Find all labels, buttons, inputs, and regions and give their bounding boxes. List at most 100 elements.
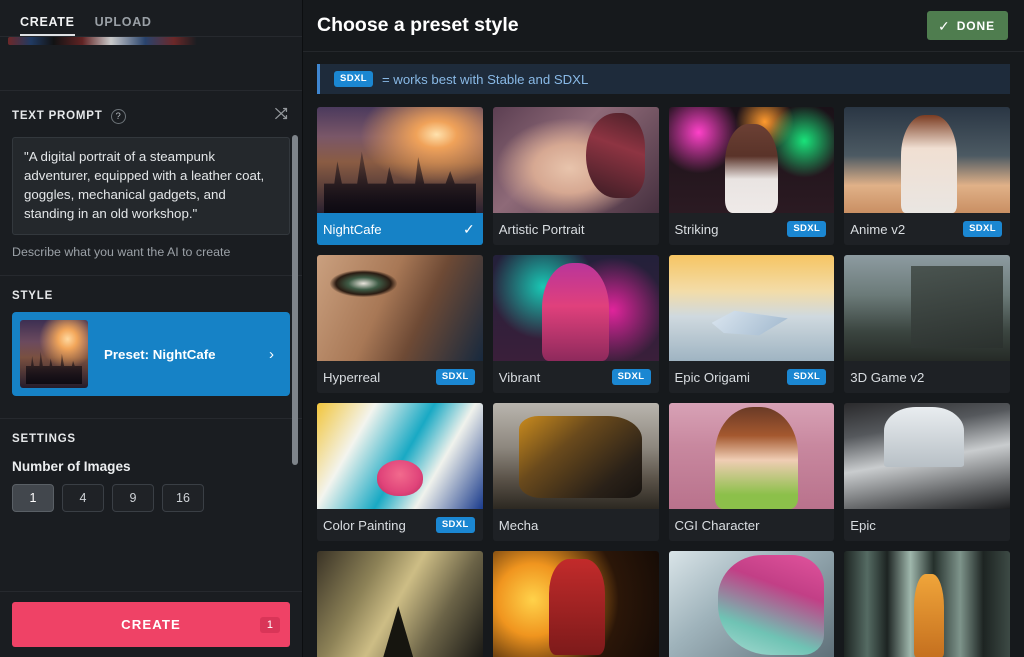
sdxl-badge: SDXL xyxy=(787,369,827,385)
style-card-label: 3D Game v2 xyxy=(850,369,925,385)
sdxl-badge: SDXL xyxy=(334,71,373,87)
style-card-thumbnail xyxy=(844,255,1010,361)
style-card[interactable]: Vibrant SDXL xyxy=(492,255,659,393)
style-card[interactable]: Striking SDXL xyxy=(668,107,835,245)
sidebar-tabs: CREATE UPLOAD xyxy=(0,0,302,37)
tab-upload-label: UPLOAD xyxy=(94,15,152,29)
panel-header: Choose a preset style ✓ DONE xyxy=(303,0,1024,52)
style-card[interactable]: Epic Origami SDXL xyxy=(668,255,835,393)
style-card[interactable]: Color Painting SDXL xyxy=(317,403,483,541)
style-card-bar: Artistic Portrait xyxy=(492,213,659,245)
style-card-thumbnail xyxy=(668,107,835,213)
style-card[interactable]: Epic xyxy=(844,403,1010,541)
style-card-bar: Anime v2 SDXL xyxy=(844,213,1010,245)
num-images-option-9[interactable]: 9 xyxy=(112,484,154,512)
selected-style-card[interactable]: Preset: NightCafe › xyxy=(12,312,290,396)
style-card-thumbnail xyxy=(492,403,659,509)
sdxl-badge: SDXL xyxy=(787,221,827,237)
style-card-thumbnail xyxy=(668,403,835,509)
style-card-thumbnail xyxy=(844,403,1010,509)
page-title: Choose a preset style xyxy=(317,14,519,36)
shuffle-icon[interactable] xyxy=(273,105,290,127)
style-card[interactable] xyxy=(317,551,483,657)
style-card-bar: CGI Character xyxy=(668,509,835,541)
style-title: STYLE xyxy=(12,290,54,302)
style-card[interactable]: NightCafe ✓ xyxy=(317,107,483,245)
style-card[interactable] xyxy=(844,551,1010,657)
sdxl-badge: SDXL xyxy=(435,517,475,533)
check-icon: ✓ xyxy=(937,17,950,34)
check-icon: ✓ xyxy=(463,220,475,237)
style-card[interactable]: 3D Game v2 xyxy=(844,255,1010,393)
selected-style-label: Preset: NightCafe xyxy=(104,346,216,362)
style-card-bar: Color Painting SDXL xyxy=(317,509,483,541)
style-card-label: Mecha xyxy=(498,517,539,533)
text-prompt-input[interactable]: "A digital portrait of a steampunk adven… xyxy=(12,137,290,235)
style-card-thumbnail xyxy=(492,107,659,213)
style-card-thumbnail xyxy=(844,107,1010,213)
create-credit-count: 1 xyxy=(259,616,280,633)
question-mark-icon[interactable]: ? xyxy=(110,108,126,124)
sdxl-badge: SDXL xyxy=(963,221,1002,237)
style-section: STYLE Preset: NightCafe › xyxy=(0,276,302,418)
style-card-label: Epic xyxy=(850,517,876,533)
app-root: CREATE UPLOAD TEXT PROMPT ? "A digital p… xyxy=(0,0,1024,657)
style-card-label: Hyperreal xyxy=(323,369,381,385)
style-card[interactable]: Mecha xyxy=(492,403,659,541)
create-sidebar: CREATE UPLOAD TEXT PROMPT ? "A digital p… xyxy=(0,0,303,657)
create-button[interactable]: CREATE 1 xyxy=(12,602,290,647)
style-card[interactable] xyxy=(492,551,659,657)
style-card-label: CGI Character xyxy=(674,517,760,533)
create-bar: CREATE 1 xyxy=(0,591,302,657)
number-of-images-label: Number of Images xyxy=(12,459,131,474)
style-card-thumbnail xyxy=(492,551,659,657)
num-images-option-4[interactable]: 4 xyxy=(62,484,104,512)
sidebar-scrollbar-thumb[interactable] xyxy=(292,135,298,465)
sidebar-scroll-area: TEXT PROMPT ? "A digital portrait of a s… xyxy=(0,37,302,591)
done-button-label: DONE xyxy=(956,18,995,33)
style-card-label: Color Painting xyxy=(323,517,406,533)
style-card-thumbnail xyxy=(668,551,835,657)
style-card-label: Striking xyxy=(674,221,719,237)
number-of-images-options: 1 4 9 16 xyxy=(12,484,290,530)
style-card[interactable]: Hyperreal SDXL xyxy=(317,255,483,393)
clipped-scrolled-content xyxy=(8,37,294,45)
settings-title: SETTINGS xyxy=(12,433,76,445)
preset-style-panel: Choose a preset style ✓ DONE SDXL = work… xyxy=(303,0,1024,657)
sdxl-badge: SDXL xyxy=(611,369,651,385)
style-card-thumbnail xyxy=(317,107,483,213)
tab-create[interactable]: CREATE xyxy=(10,15,85,36)
sdxl-info-banner: SDXL = works best with Stable and SDXL xyxy=(317,64,1010,94)
style-card-thumbnail xyxy=(317,255,483,361)
panel-body: SDXL = works best with Stable and SDXL N… xyxy=(303,52,1024,657)
tab-create-label: CREATE xyxy=(20,15,75,29)
style-card[interactable]: Artistic Portrait xyxy=(492,107,659,245)
num-images-option-16[interactable]: 16 xyxy=(162,484,204,512)
style-card-bar: Striking SDXL xyxy=(668,213,835,245)
style-card-thumbnail xyxy=(317,551,483,657)
sidebar-top-spacer xyxy=(0,45,302,91)
sdxl-banner-text: = works best with Stable and SDXL xyxy=(381,71,589,87)
create-button-label: CREATE xyxy=(121,617,181,632)
style-card-label: NightCafe xyxy=(323,221,382,237)
text-prompt-title: TEXT PROMPT xyxy=(12,110,103,122)
chevron-right-icon[interactable]: › xyxy=(269,346,282,363)
style-card-thumbnail xyxy=(492,255,659,361)
num-images-option-1[interactable]: 1 xyxy=(12,484,54,512)
style-card[interactable]: Anime v2 SDXL xyxy=(844,107,1010,245)
selected-style-thumbnail xyxy=(20,320,88,388)
tab-upload[interactable]: UPLOAD xyxy=(85,15,162,36)
preset-style-grid: NightCafe ✓ Artistic Portrait Striking SDXL A… xyxy=(317,107,1010,657)
style-card-bar: NightCafe ✓ xyxy=(317,213,483,245)
style-card[interactable]: CGI Character xyxy=(668,403,835,541)
style-card-thumbnail xyxy=(317,403,483,509)
style-card-thumbnail xyxy=(844,551,1010,657)
style-card-bar: 3D Game v2 xyxy=(844,361,1010,393)
style-card[interactable] xyxy=(668,551,835,657)
style-card-label: Epic Origami xyxy=(674,369,750,385)
style-header: STYLE xyxy=(12,290,290,302)
done-button[interactable]: ✓ DONE xyxy=(926,11,1008,40)
text-prompt-section: TEXT PROMPT ? "A digital portrait of a s… xyxy=(0,91,302,275)
style-card-label: Vibrant xyxy=(498,369,541,385)
sidebar-scrollbar-track[interactable] xyxy=(292,37,298,589)
